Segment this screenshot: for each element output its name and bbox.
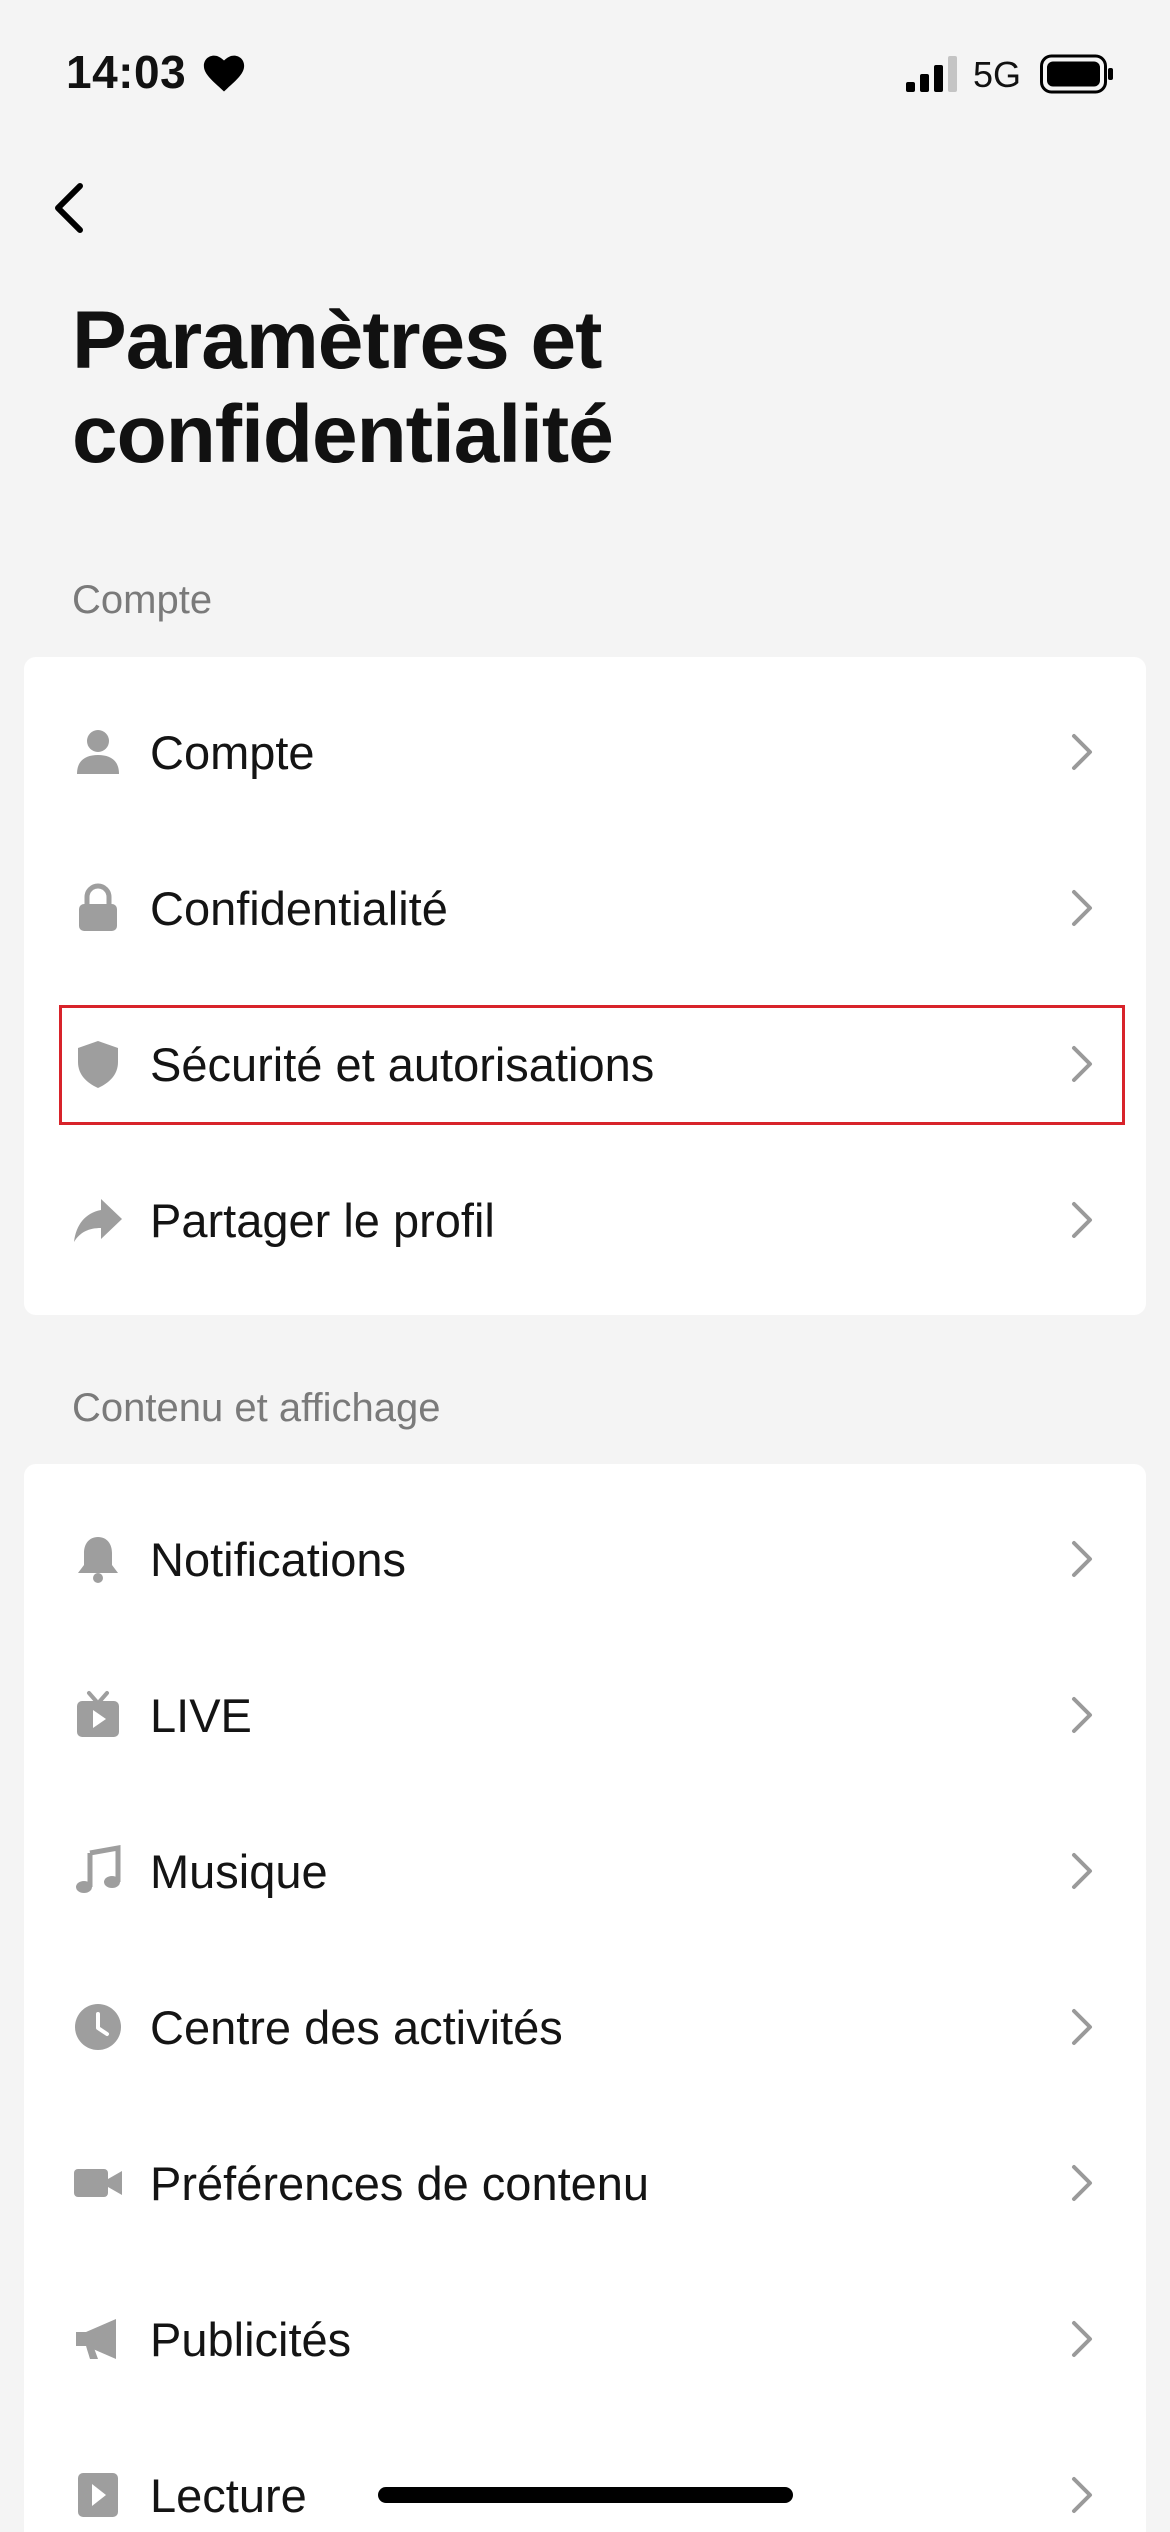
lock-icon bbox=[72, 882, 124, 934]
section-header-content: Contenu et affichage bbox=[72, 1386, 441, 1430]
settings-item-label: Compte bbox=[150, 725, 315, 779]
network-label: 5G bbox=[973, 54, 1022, 95]
settings-item-label: Confidentialité bbox=[150, 881, 448, 935]
page-title: Paramètres et confidentialité bbox=[72, 294, 1072, 482]
chevron-right-icon bbox=[1068, 2161, 1096, 2205]
shield-icon bbox=[72, 1038, 124, 1090]
settings-item-privacy[interactable]: Confidentialité bbox=[24, 830, 1146, 986]
section-header-compte: Compte bbox=[72, 578, 213, 622]
chevron-right-icon bbox=[1068, 1849, 1096, 1893]
bell-icon bbox=[72, 1533, 124, 1585]
settings-item-label: Préférences de contenu bbox=[150, 2156, 650, 2210]
settings-item-content-preferences[interactable]: Préférences de contenu bbox=[24, 2105, 1146, 2261]
video-camera-icon bbox=[72, 2157, 124, 2209]
chevron-right-icon bbox=[1068, 2473, 1096, 2517]
account-group: Compte Confidentialité Sécurité et autor… bbox=[24, 657, 1146, 1315]
settings-item-music[interactable]: Musique bbox=[24, 1793, 1146, 1949]
settings-item-label: Sécurité et autorisations bbox=[150, 1037, 655, 1091]
chevron-right-icon bbox=[1068, 2317, 1096, 2361]
music-note-icon bbox=[72, 1845, 124, 1897]
settings-item-label: Partager le profil bbox=[150, 1193, 495, 1247]
share-icon bbox=[72, 1194, 124, 1246]
settings-item-label: Lecture bbox=[150, 2468, 307, 2522]
settings-item-ads[interactable]: Publicités bbox=[24, 2261, 1146, 2417]
settings-item-label: Musique bbox=[150, 1844, 328, 1898]
settings-item-notifications[interactable]: Notifications bbox=[24, 1481, 1146, 1637]
play-icon bbox=[72, 2469, 124, 2521]
settings-screen: 14:03 5G Paramètres et confidentialité C… bbox=[0, 0, 1170, 2532]
settings-item-label: Publicités bbox=[150, 2312, 352, 2366]
settings-item-activity-center[interactable]: Centre des activités bbox=[24, 1949, 1146, 2105]
live-tv-icon bbox=[72, 1689, 124, 1741]
settings-item-label: LIVE bbox=[150, 1688, 252, 1742]
battery-icon bbox=[1040, 54, 1113, 94]
signal-icon bbox=[906, 56, 957, 92]
status-bar: 14:03 5G bbox=[0, 0, 1170, 150]
chevron-right-icon bbox=[1068, 1693, 1096, 1737]
settings-item-label: Centre des activités bbox=[150, 2000, 563, 2054]
chevron-right-icon bbox=[1068, 2005, 1096, 2049]
settings-item-playback[interactable]: Lecture bbox=[24, 2417, 1146, 2532]
page-title-line1: Paramètres et bbox=[72, 295, 602, 386]
chevron-right-icon bbox=[1068, 886, 1096, 930]
chevron-right-icon bbox=[1068, 730, 1096, 774]
clock-icon bbox=[72, 2001, 124, 2053]
settings-item-share-profile[interactable]: Partager le profil bbox=[24, 1142, 1146, 1298]
settings-item-label: Notifications bbox=[150, 1532, 406, 1586]
home-indicator[interactable] bbox=[378, 2487, 793, 2503]
chevron-right-icon bbox=[1068, 1198, 1096, 1242]
chevron-left-icon bbox=[55, 183, 83, 233]
status-time: 14:03 bbox=[66, 46, 187, 98]
page-title-line2: confidentialité bbox=[72, 389, 614, 480]
back-button[interactable] bbox=[42, 172, 112, 242]
settings-item-account[interactable]: Compte bbox=[24, 674, 1146, 830]
settings-item-live[interactable]: LIVE bbox=[24, 1637, 1146, 1793]
content-group: Notifications LIVE Musique Centre des ac… bbox=[24, 1464, 1146, 2532]
megaphone-icon bbox=[72, 2313, 124, 2365]
chevron-right-icon bbox=[1068, 1537, 1096, 1581]
heart-icon bbox=[203, 55, 245, 92]
person-icon bbox=[72, 726, 124, 778]
settings-item-security[interactable]: Sécurité et autorisations bbox=[24, 986, 1146, 1142]
chevron-right-icon bbox=[1068, 1042, 1096, 1086]
